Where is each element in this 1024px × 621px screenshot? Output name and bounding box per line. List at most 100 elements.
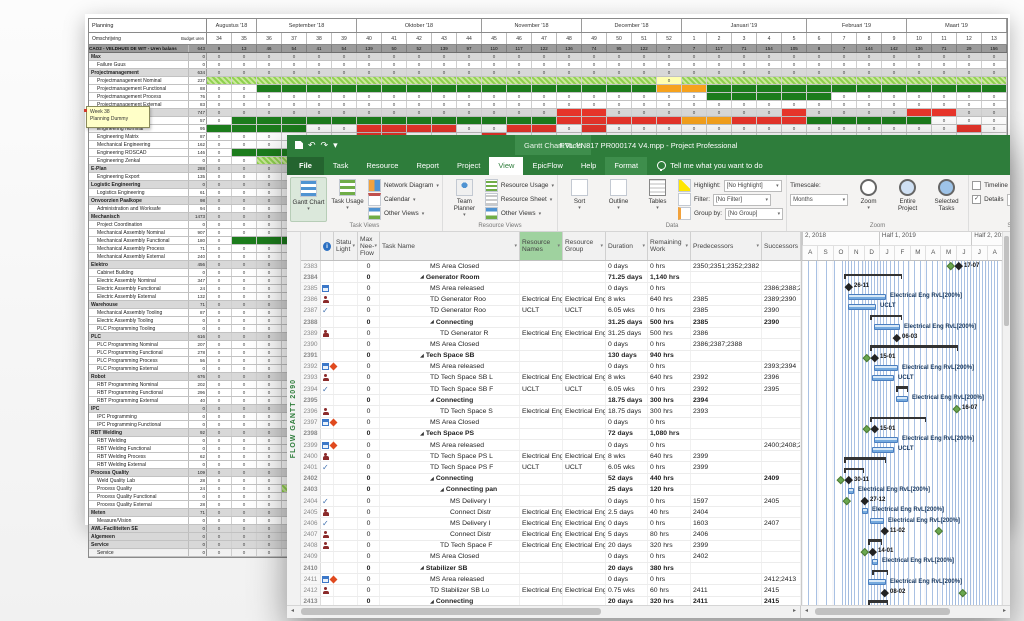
resource-names-cell[interactable]: Electrical Eng bbox=[520, 328, 563, 338]
status-light-cell[interactable] bbox=[334, 362, 358, 372]
resource-group-cell[interactable] bbox=[563, 563, 606, 573]
resource-group-cell[interactable]: Electrical Eng bbox=[563, 373, 606, 383]
scroll-right-icon[interactable]: ▸ bbox=[999, 606, 1010, 617]
header-predecessors[interactable]: Predecessors▾ bbox=[691, 232, 762, 260]
remaining-work-cell[interactable]: 640 hrs bbox=[648, 373, 691, 383]
predecessors-cell[interactable]: 2385 bbox=[691, 295, 762, 305]
task-name-cell[interactable]: ◢Connecting bbox=[380, 474, 520, 484]
filter--button[interactable]: Filter:[No Filter]▾ bbox=[678, 193, 783, 206]
task-name-cell[interactable]: ◢Tech Space SB bbox=[380, 351, 520, 361]
sort-button[interactable]: Sort▾ bbox=[561, 177, 598, 222]
successors-cell[interactable]: 2405 bbox=[762, 496, 801, 506]
duration-cell[interactable]: 0 days bbox=[606, 574, 648, 584]
successors-cell[interactable]: 2393;2394 bbox=[762, 362, 801, 372]
max-need-flow-cell[interactable]: 0 bbox=[358, 451, 380, 461]
duration-cell[interactable]: 18.75 days bbox=[606, 406, 648, 416]
filter-arrow-icon[interactable]: ▾ bbox=[514, 243, 517, 250]
resource-names-cell[interactable] bbox=[520, 574, 563, 584]
successors-cell[interactable] bbox=[762, 485, 801, 495]
tab-file[interactable]: File bbox=[287, 157, 324, 175]
duration-cell[interactable]: 8 wks bbox=[606, 373, 648, 383]
table-row[interactable]: 23890TD Generator RElectrical EngElectri… bbox=[301, 328, 801, 339]
predecessors-cell[interactable]: 2402 bbox=[691, 552, 762, 562]
header-status-light[interactable]: Statu Light▾ bbox=[334, 232, 358, 260]
table-row[interactable]: 24120TD Stabilizer SB LoElectrical EngEl… bbox=[301, 585, 801, 596]
max-need-flow-cell[interactable]: 0 bbox=[358, 507, 380, 517]
duration-cell[interactable]: 0 days bbox=[606, 283, 648, 293]
remaining-work-cell[interactable]: 300 hrs bbox=[648, 406, 691, 416]
resource-group-cell[interactable] bbox=[563, 496, 606, 506]
resource-group-cell[interactable] bbox=[563, 474, 606, 484]
scroll-left-icon[interactable]: ◂ bbox=[801, 606, 812, 617]
remaining-work-cell[interactable]: 0 hrs bbox=[648, 552, 691, 562]
remaining-work-cell[interactable]: 500 hrs bbox=[648, 317, 691, 327]
dropdown-field[interactable]: Relationship D▾ bbox=[1007, 194, 1010, 206]
resource-names-cell[interactable] bbox=[520, 552, 563, 562]
filter-arrow-icon[interactable]: ▾ bbox=[642, 243, 645, 250]
status-light-cell[interactable] bbox=[334, 384, 358, 394]
gantt-task-bar[interactable] bbox=[868, 579, 886, 585]
highlight--button[interactable]: Highlight:[No Highlight]▾ bbox=[678, 179, 783, 192]
table-row[interactable]: 24090MS Area Closed0 days0 hrs2402 bbox=[301, 552, 801, 563]
task-name-cell[interactable]: TD Generator R bbox=[380, 328, 520, 338]
remaining-work-cell[interactable]: 0 hrs bbox=[648, 496, 691, 506]
expand-icon[interactable]: ◢ bbox=[420, 274, 424, 280]
remaining-work-cell[interactable]: 0 hrs bbox=[648, 283, 691, 293]
duration-cell[interactable]: 0 days bbox=[606, 440, 648, 450]
duration-cell[interactable]: 0 days bbox=[606, 261, 648, 271]
filter-arrow-icon[interactable]: ▾ bbox=[557, 243, 560, 250]
resource-names-cell[interactable] bbox=[520, 597, 563, 605]
status-light-cell[interactable] bbox=[334, 406, 358, 416]
predecessors-cell[interactable]: 2386 bbox=[691, 328, 762, 338]
resource-names-cell[interactable] bbox=[520, 261, 563, 271]
successors-cell[interactable] bbox=[762, 541, 801, 551]
task-name-cell[interactable]: TD Tech Space S bbox=[380, 406, 520, 416]
resource-group-cell[interactable] bbox=[563, 395, 606, 405]
task-name-cell[interactable]: MS Area Closed bbox=[380, 261, 520, 271]
tab-epicflow[interactable]: EpicFlow bbox=[523, 157, 571, 175]
max-need-flow-cell[interactable]: 0 bbox=[358, 272, 380, 282]
duration-cell[interactable]: 0 days bbox=[606, 552, 648, 562]
details-button[interactable]: ✓DetailsRelationship D▾ bbox=[972, 193, 1010, 206]
predecessors-cell[interactable]: 2392 bbox=[691, 384, 762, 394]
remaining-work-cell[interactable]: 440 hrs bbox=[648, 474, 691, 484]
predecessors-cell[interactable] bbox=[691, 362, 762, 372]
resource-group-cell[interactable]: Electrical Eng bbox=[563, 406, 606, 416]
successors-cell[interactable]: 2400;2408;2 bbox=[762, 440, 801, 450]
status-light-cell[interactable] bbox=[334, 541, 358, 551]
successors-cell[interactable] bbox=[762, 563, 801, 573]
remaining-work-cell[interactable]: 40 hrs bbox=[648, 507, 691, 517]
status-light-cell[interactable] bbox=[334, 462, 358, 472]
remaining-work-cell[interactable]: 300 hrs bbox=[648, 395, 691, 405]
successors-cell[interactable]: 2415 bbox=[762, 585, 801, 595]
resource-group-cell[interactable]: Electrical Eng bbox=[563, 328, 606, 338]
task-name-cell[interactable]: ◢Tech Space PS bbox=[380, 429, 520, 439]
status-light-cell[interactable] bbox=[334, 272, 358, 282]
resource-names-cell[interactable] bbox=[520, 440, 563, 450]
task-name-cell[interactable]: MS Delivery I bbox=[380, 496, 520, 506]
calendar-button[interactable]: Calendar▾ bbox=[368, 193, 439, 206]
task-name-cell[interactable]: Connect Distr bbox=[380, 530, 520, 540]
resource-group-cell[interactable]: UCLT bbox=[563, 462, 606, 472]
task-name-cell[interactable]: TD Tech Space F bbox=[380, 541, 520, 551]
qat-customize-icon[interactable]: ▾ bbox=[333, 141, 338, 149]
vertical-scrollbar[interactable] bbox=[1002, 232, 1010, 605]
max-need-flow-cell[interactable]: 0 bbox=[358, 339, 380, 349]
duration-cell[interactable]: 6.05 wks bbox=[606, 306, 648, 316]
other-views-button[interactable]: Other Views▾ bbox=[485, 207, 554, 220]
resource-names-cell[interactable]: UCLT bbox=[520, 384, 563, 394]
duration-cell[interactable]: 5 days bbox=[606, 530, 648, 540]
network-diagram-button[interactable]: Network Diagram▾ bbox=[368, 179, 439, 192]
task-name-cell[interactable]: ◢Connecting bbox=[380, 317, 520, 327]
status-light-cell[interactable] bbox=[334, 485, 358, 495]
header-id[interactable] bbox=[301, 232, 321, 260]
resource-group-cell[interactable] bbox=[563, 272, 606, 282]
resource-group-cell[interactable] bbox=[563, 283, 606, 293]
task-name-cell[interactable]: ◢Connecting bbox=[380, 395, 520, 405]
duration-cell[interactable]: 6.05 wks bbox=[606, 384, 648, 394]
expand-icon[interactable]: ◢ bbox=[420, 565, 424, 571]
tell-me-box[interactable]: Tell me what you want to do bbox=[647, 161, 771, 175]
resource-group-cell[interactable]: UCLT bbox=[563, 384, 606, 394]
resource-names-cell[interactable]: Electrical Eng bbox=[520, 451, 563, 461]
outline-button[interactable]: Outline▾ bbox=[600, 177, 637, 222]
